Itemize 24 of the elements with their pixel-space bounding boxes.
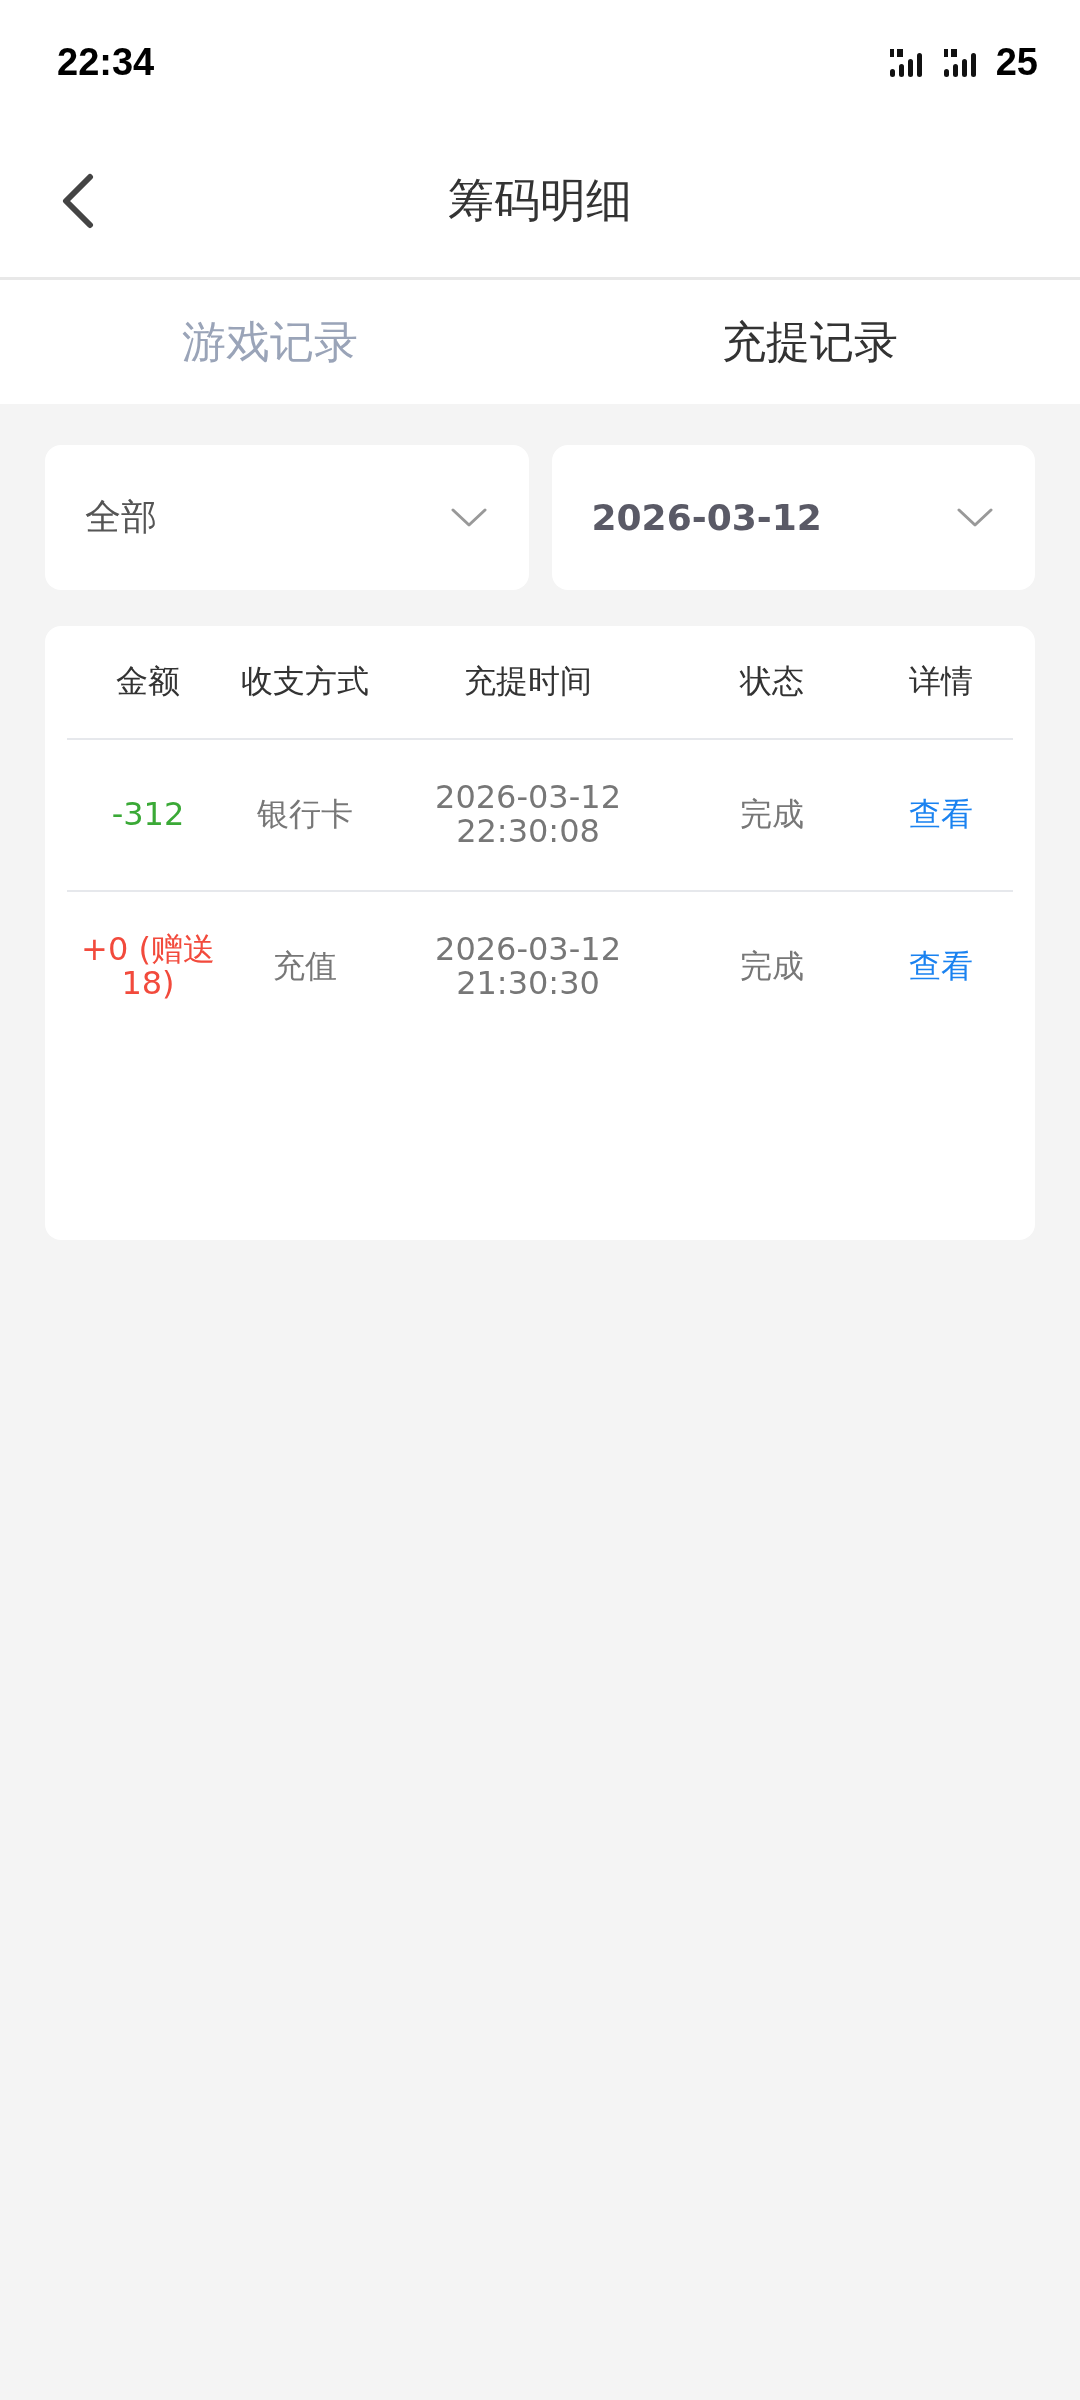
column-header: 充提时间: [464, 661, 592, 702]
time-cell-text: 2026-03-12 22:30:08: [434, 781, 622, 849]
tab[interactable]: 充提记录: [540, 280, 1080, 404]
amount-cell-text: +0 (赠送18): [80, 933, 216, 1001]
view-link[interactable]: 查看: [909, 798, 973, 832]
chevron-down-icon: [450, 507, 487, 528]
battery-level: 25: [995, 41, 1038, 84]
page-title: 筹码明细: [448, 172, 632, 229]
status-cell: 完成: [740, 950, 804, 984]
back-icon[interactable]: [60, 173, 96, 229]
method-cell: 银行卡: [257, 798, 353, 832]
view-link[interactable]: 查看: [909, 950, 973, 984]
column-header: 收支方式: [241, 661, 369, 702]
chevron-down-icon: [957, 507, 993, 528]
column-header: 金额: [116, 661, 180, 702]
method-cell: 充值: [273, 950, 337, 984]
amount-cell: -312: [111, 798, 185, 832]
clock: 22:34: [57, 41, 155, 84]
status-cell: 完成: [740, 798, 804, 832]
column-header: 状态: [740, 661, 804, 702]
column-header: 详情: [909, 661, 973, 702]
filter-dropdown[interactable]: 2026-03-12: [551, 445, 1035, 590]
filter-dropdown[interactable]: 全部: [45, 445, 529, 590]
time-cell-text: 2026-03-12 21:30:30: [434, 933, 622, 1001]
